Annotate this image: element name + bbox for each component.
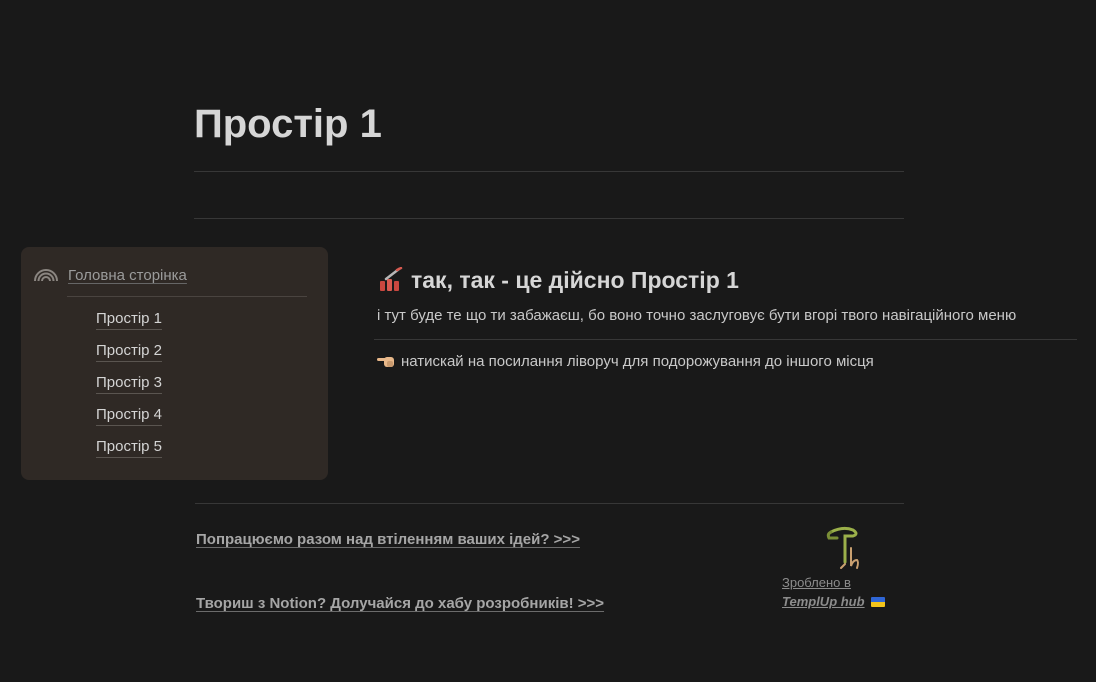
list-item: Простір 4 (96, 406, 163, 438)
page-title: Простір 1 (194, 102, 382, 146)
space-list: Простір 1 Простір 2 Простір 3 Простір 4 … (96, 310, 163, 470)
divider (195, 503, 904, 504)
content-description: і тут буде те що ти забажаєш, бо воно то… (377, 307, 1017, 324)
navigation-callout: Головна сторінка Простір 1 Простір 2 Про… (21, 247, 328, 480)
list-item: Простір 3 (96, 374, 163, 406)
list-item: Простір 5 (96, 438, 163, 470)
list-item: Простір 1 (96, 310, 163, 342)
list-item: Простір 2 (96, 342, 163, 374)
content-heading: так, так - це дійсно Простір 1 (377, 265, 739, 295)
content-hint-text: натискай на посилання ліворуч для подоро… (401, 353, 874, 370)
brand-name[interactable]: TemplUp hub (782, 594, 865, 610)
divider (194, 218, 904, 219)
content-hint: натискай на посилання ліворуч для подоро… (377, 352, 874, 372)
nav-divider (67, 296, 307, 297)
sidebar-item-space-1[interactable]: Простір 1 (96, 310, 163, 330)
sidebar-item-space-5[interactable]: Простір 5 (96, 438, 163, 458)
made-in-label[interactable]: Зроблено в (782, 575, 851, 591)
sidebar-item-space-3[interactable]: Простір 3 (96, 374, 163, 394)
collaboration-link[interactable]: Попрацюємо разом над втіленням ваших іде… (196, 531, 580, 549)
rainbow-icon (34, 269, 58, 281)
templup-logo-icon[interactable] (823, 526, 863, 570)
sidebar-item-space-2[interactable]: Простір 2 (96, 342, 163, 362)
developers-hub-link[interactable]: Твориш з Notion? Долучайся до хабу розро… (196, 595, 604, 613)
hand-pointing-left-icon (377, 357, 394, 367)
divider (194, 171, 904, 172)
ukraine-flag-icon (870, 597, 885, 607)
content-heading-text: так, так - це дійсно Простір 1 (411, 267, 739, 293)
divider (374, 339, 1077, 340)
brand-link[interactable]: TemplUp hub (782, 594, 885, 610)
lipstick-icon (380, 267, 403, 291)
sidebar-item-space-4[interactable]: Простір 4 (96, 406, 163, 426)
page: Простір 1 Головна сторінка Простір 1 Про… (0, 0, 1096, 682)
home-page-link[interactable]: Головна сторінка (68, 267, 187, 285)
